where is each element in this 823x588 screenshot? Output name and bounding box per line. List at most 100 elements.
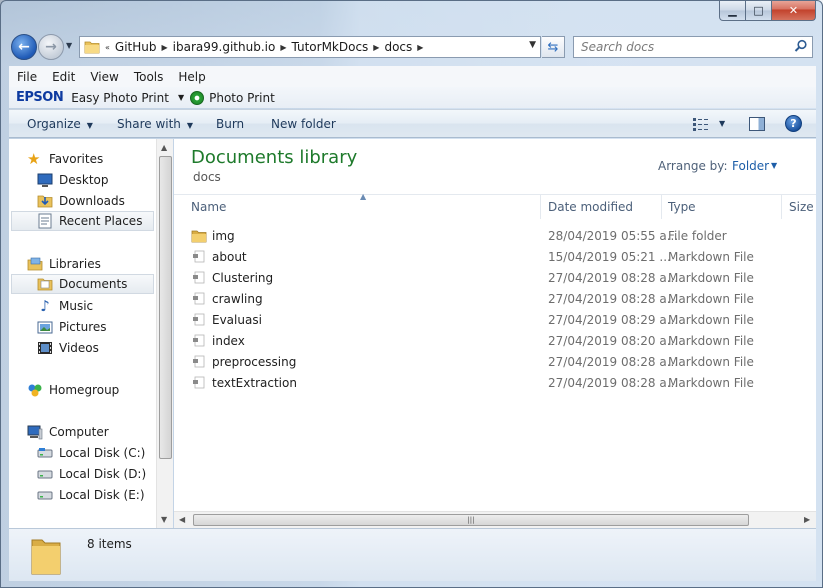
scroll-right-icon[interactable]: ▶ <box>804 515 810 524</box>
back-arrow-icon: ← <box>18 39 30 55</box>
close-button[interactable]: ✕ <box>772 1 816 21</box>
desktop-icon <box>37 173 53 187</box>
scroll-left-icon[interactable]: ◀ <box>179 515 185 524</box>
title-bar[interactable]: ▁ □ ✕ <box>1 1 822 29</box>
new-folder-button[interactable]: New folder <box>271 117 336 131</box>
nav-music[interactable]: ♪ Music <box>37 296 93 316</box>
column-type[interactable]: Type <box>668 200 696 214</box>
photo-print-button[interactable]: Photo Print <box>209 91 275 105</box>
share-with-button[interactable]: Share with ▼ <box>117 117 193 131</box>
nav-videos[interactable]: Videos <box>37 338 99 358</box>
menu-view[interactable]: View <box>82 70 125 84</box>
file-name: index <box>212 334 245 348</box>
nav-recent-places[interactable]: Recent Places <box>11 211 154 231</box>
nav-computer[interactable]: Computer <box>27 422 109 442</box>
breadcrumb-separator-icon[interactable]: ▶ <box>373 43 379 52</box>
change-view-icon[interactable] <box>693 117 709 131</box>
nav-scrollbar[interactable]: ▲ ▼ <box>156 139 173 528</box>
nav-libraries[interactable]: Libraries <box>27 254 101 274</box>
breadcrumb-tutormkdocs[interactable]: TutorMkDocs <box>291 40 368 54</box>
arrange-by-dropdown[interactable]: Folder <box>732 159 769 173</box>
menu-file[interactable]: File <box>9 70 44 84</box>
recent-pages-dropdown[interactable]: ▼ <box>66 41 72 50</box>
forward-button[interactable]: → <box>38 34 64 60</box>
breadcrumb-separator-icon[interactable]: ▶ <box>280 43 286 52</box>
address-bar[interactable]: « GitHub ▶ ibara99.github.io ▶ TutorMkDo… <box>79 36 541 58</box>
breadcrumb-docs[interactable]: docs <box>384 40 412 54</box>
recent-places-icon <box>38 213 52 229</box>
file-row[interactable]: about 15/04/2019 05:21 ... Markdown File <box>188 247 788 268</box>
markdown-file-icon <box>193 313 205 326</box>
chevron-down-icon[interactable]: ▼ <box>771 161 777 170</box>
file-type: Markdown File <box>668 250 754 264</box>
window-controls: ▁ □ ✕ <box>719 1 816 21</box>
file-row[interactable]: Evaluasi 27/04/2019 08:29 a... Markdown Fi… <box>188 310 788 331</box>
address-history-dropdown[interactable]: ▼ <box>529 40 536 50</box>
explorer-window: ▁ □ ✕ ← → ▼ « GitHub ▶ ibara99.github.io… <box>0 0 823 588</box>
nav-documents[interactable]: Documents <box>11 274 154 294</box>
nav-local-disk-c[interactable]: Local Disk (C:) <box>37 443 145 463</box>
share-with-label: Share with <box>117 117 181 131</box>
horizontal-scrollbar-thumb[interactable]: ||| <box>193 514 749 526</box>
help-icon[interactable]: ? <box>785 115 802 132</box>
file-row[interactable]: preprocessing 27/04/2019 08:28 a... Markdo… <box>188 352 788 373</box>
file-type: Markdown File <box>668 334 754 348</box>
column-date-modified[interactable]: Date modified <box>548 200 633 214</box>
file-type: Markdown File <box>668 313 754 327</box>
menu-edit[interactable]: Edit <box>44 70 82 84</box>
easy-photo-print-button[interactable]: Easy Photo Print <box>71 91 169 105</box>
arrange-by-label: Arrange by: <box>658 159 728 173</box>
column-divider <box>661 195 662 219</box>
file-name: Evaluasi <box>212 313 262 327</box>
menu-tools[interactable]: Tools <box>126 70 171 84</box>
file-row[interactable]: img 28/04/2019 05:55 a... File folder <box>188 226 788 247</box>
breadcrumb-github[interactable]: GitHub <box>115 40 157 54</box>
burn-button[interactable]: Burn <box>216 117 244 131</box>
search-input[interactable]: Search docs <box>573 36 813 58</box>
file-pane: Documents library docs Arrange by: Folde… <box>174 139 816 528</box>
file-name: Clustering <box>212 271 274 285</box>
nav-libraries-label: Libraries <box>49 257 101 271</box>
nav-local-disk-e[interactable]: Local Disk (E:) <box>37 485 145 505</box>
library-subtitle[interactable]: docs <box>193 170 221 184</box>
file-date-modified: 27/04/2019 08:29 a... <box>548 313 679 327</box>
view-options-dropdown[interactable]: ▼ <box>719 119 725 128</box>
preview-pane-icon[interactable] <box>749 117 765 131</box>
scroll-down-icon[interactable]: ▼ <box>161 515 167 524</box>
back-button[interactable]: ← <box>11 34 37 60</box>
horizontal-scrollbar[interactable]: ◀ ||| ▶ <box>174 511 816 528</box>
breadcrumb-ibara99[interactable]: ibara99.github.io <box>173 40 276 54</box>
navigation-pane: ★ Favorites Desktop Downloads Recent Pla… <box>9 139 173 528</box>
nav-scrollbar-thumb[interactable] <box>159 156 172 459</box>
breadcrumb-separator-icon[interactable]: ▶ <box>417 43 423 52</box>
file-row[interactable]: index 27/04/2019 08:20 a... Markdown File <box>188 331 788 352</box>
file-row[interactable]: crawling 27/04/2019 08:28 a... Markdown Fi… <box>188 289 788 310</box>
scroll-up-icon[interactable]: ▲ <box>161 143 167 152</box>
organize-button[interactable]: Organize ▼ <box>27 117 93 131</box>
refresh-button[interactable]: ⇆ <box>542 36 565 58</box>
nav-pictures[interactable]: Pictures <box>37 317 107 337</box>
easy-photo-print-dropdown[interactable]: ▼ <box>178 93 184 102</box>
nav-downloads[interactable]: Downloads <box>37 191 125 211</box>
computer-icon <box>27 425 43 440</box>
column-divider <box>540 195 541 219</box>
file-type: File folder <box>668 229 727 243</box>
drive-icon <box>37 491 53 500</box>
nav-homegroup[interactable]: Homegroup <box>27 380 119 400</box>
forward-arrow-icon: → <box>45 39 57 55</box>
search-placeholder: Search docs <box>581 40 655 54</box>
nav-favorites[interactable]: ★ Favorites <box>27 149 103 169</box>
nav-desktop[interactable]: Desktop <box>37 170 109 190</box>
column-name[interactable]: Name <box>191 200 226 214</box>
nav-local-disk-d[interactable]: Local Disk (D:) <box>37 464 146 484</box>
breadcrumb-overflow[interactable]: « <box>105 43 110 52</box>
maximize-button[interactable]: □ <box>746 1 772 21</box>
menu-help[interactable]: Help <box>170 70 212 84</box>
file-row[interactable]: Clustering 27/04/2019 08:28 a... Markdown … <box>188 268 788 289</box>
minimize-button[interactable]: ▁ <box>719 1 746 21</box>
column-size[interactable]: Size <box>789 200 814 214</box>
file-row[interactable]: textExtraction 27/04/2019 08:28 a... Markd… <box>188 373 788 394</box>
breadcrumb-separator-icon[interactable]: ▶ <box>162 43 168 52</box>
search-icon[interactable] <box>794 39 808 53</box>
nav-local-disk-d-label: Local Disk (D:) <box>59 467 147 481</box>
